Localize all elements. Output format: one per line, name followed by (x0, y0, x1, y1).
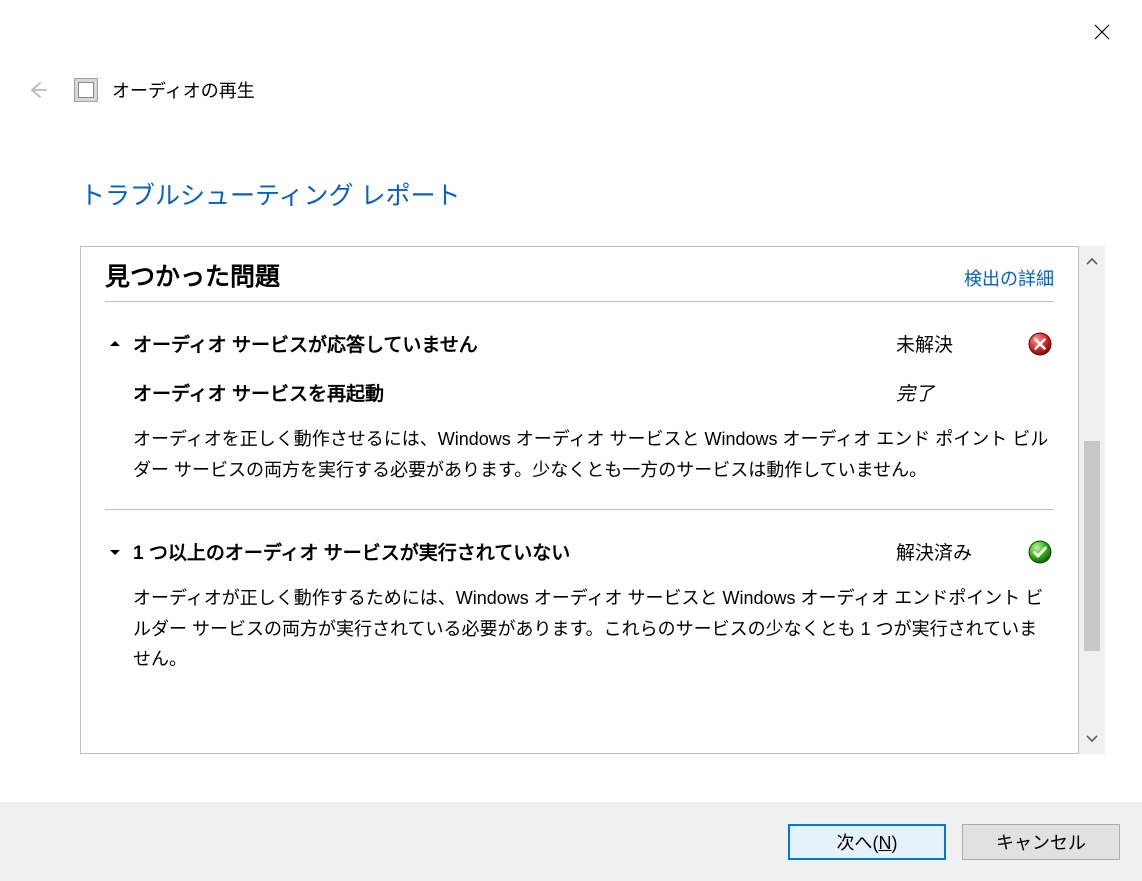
detection-details-link[interactable]: 検出の詳細 (964, 265, 1054, 293)
fixed-icon (1026, 540, 1054, 564)
issue-header[interactable]: 1 つ以上のオーディオ サービスが実行されていない 解決済み (105, 538, 1054, 565)
scroll-thumb[interactable] (1084, 441, 1100, 651)
issues-list: 見つかった問題 検出の詳細 オーディオ サービスが応答していません 未解決 (80, 246, 1079, 754)
issue-item: オーディオ サービスが応答していません 未解決 (105, 302, 1054, 485)
collapse-toggle[interactable] (105, 338, 125, 350)
cancel-button[interactable]: キャンセル (962, 824, 1120, 860)
window-title: オーディオの再生 (112, 77, 255, 103)
close-icon (1094, 24, 1110, 40)
issue-title: オーディオ サービスが応答していません (133, 330, 896, 357)
chevron-down-icon (109, 546, 121, 558)
button-label: キャンセル (996, 829, 1086, 855)
app-icon (74, 78, 98, 102)
issue-item: 1 つ以上のオーディオ サービスが実行されていない 解決済み (105, 510, 1054, 675)
arrow-left-icon (27, 80, 47, 100)
button-label: 次へ(N) (837, 829, 898, 855)
issue-status: 解決済み (896, 538, 1026, 565)
next-button[interactable]: 次へ(N) (788, 824, 946, 860)
dialog-footer: 次へ(N) キャンセル (0, 802, 1142, 881)
report-heading: トラブルシューティング レポート (80, 176, 460, 212)
issue-title: 1 つ以上のオーディオ サービスが実行されていない (133, 538, 896, 565)
issue-description: オーディオが正しく動作するためには、Windows オーディオ サービスと Wi… (105, 583, 1054, 675)
scroll-down-button[interactable] (1079, 722, 1105, 754)
section-header: 見つかった問題 検出の詳細 (105, 257, 1054, 302)
vertical-scrollbar[interactable] (1079, 246, 1105, 754)
error-icon (1026, 332, 1054, 356)
issue-status: 未解決 (896, 330, 1026, 357)
action-title: オーディオ サービスを再起動 (105, 379, 896, 406)
back-button[interactable] (22, 75, 52, 105)
caret-up-icon (1085, 255, 1099, 269)
section-title: 見つかった問題 (105, 257, 280, 293)
issue-header[interactable]: オーディオ サービスが応答していません 未解決 (105, 330, 1054, 357)
expand-toggle[interactable] (105, 546, 125, 558)
chevron-up-icon (109, 338, 121, 350)
scroll-up-button[interactable] (1079, 246, 1105, 278)
close-button[interactable] (1082, 12, 1122, 52)
action-status: 完了 (896, 379, 1054, 406)
caret-down-icon (1085, 731, 1099, 745)
title-bar: オーディオの再生 (22, 75, 255, 105)
issue-action: オーディオ サービスを再起動 完了 (105, 379, 1054, 406)
issue-description: オーディオを正しく動作させるには、Windows オーディオ サービスと Win… (105, 424, 1054, 485)
report-panel: 見つかった問題 検出の詳細 オーディオ サービスが応答していません 未解決 (80, 246, 1105, 754)
